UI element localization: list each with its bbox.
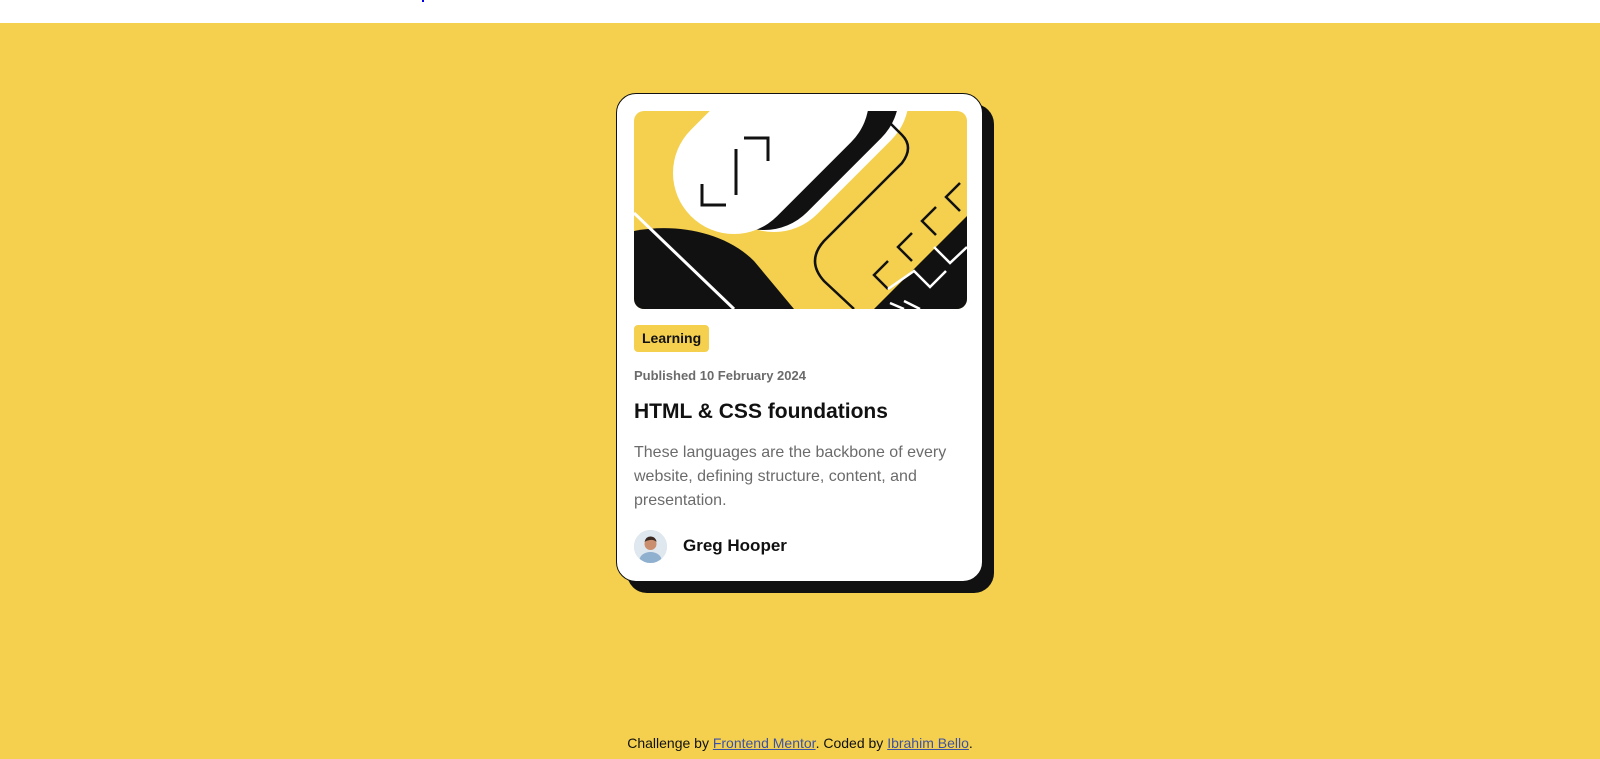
category-tag: Learning xyxy=(634,325,710,352)
author-link[interactable]: Ibrahim Bello xyxy=(887,735,969,751)
card-title[interactable]: HTML & CSS foundations xyxy=(634,399,965,425)
author-name: Greg Hooper xyxy=(683,536,787,555)
frontend-mentor-link[interactable]: Frontend Mentor xyxy=(713,735,816,751)
card-description: These languages are the backbone of ever… xyxy=(634,444,947,509)
published-date: Published 10 February 2024 xyxy=(634,368,806,383)
blog-preview-card: Learning Published 10 February 2024 HTML… xyxy=(616,93,983,582)
hero-illustration xyxy=(634,111,967,309)
focus-dot xyxy=(422,0,424,2)
author-row: Greg Hooper xyxy=(634,529,965,563)
attribution-prefix: Challenge by xyxy=(627,735,713,751)
author-avatar xyxy=(634,529,667,563)
top-bar xyxy=(0,0,1600,23)
attribution-middle: . Coded by xyxy=(815,735,888,751)
attribution-suffix: . xyxy=(968,735,973,751)
attribution: Challenge by Frontend Mentor. Coded by I… xyxy=(0,735,1600,751)
